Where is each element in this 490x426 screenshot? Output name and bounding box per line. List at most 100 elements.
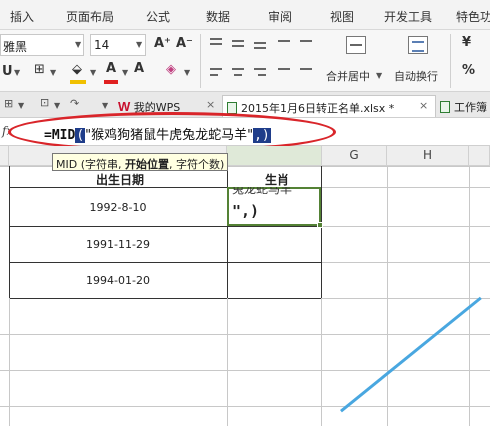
align-top-icon[interactable]: [210, 38, 222, 40]
menu-bar: 插入 页面布局 公式 数据 审阅 视图 开发工具 特色功: [0, 0, 490, 30]
column-header-i[interactable]: [469, 146, 490, 166]
fill-color-icon[interactable]: ⬙: [72, 62, 82, 77]
font-name-value: 雅黑: [3, 40, 28, 54]
column-header-h[interactable]: H: [387, 146, 469, 166]
chevron-down-icon[interactable]: ▼: [102, 101, 108, 110]
tooltip-close: , 字符个数): [169, 158, 225, 171]
wrap-text-button[interactable]: 自动换行: [394, 68, 438, 84]
justify-icon[interactable]: [278, 68, 290, 70]
borders-icon[interactable]: ⊞: [34, 62, 45, 77]
chevron-down-icon[interactable]: ▼: [18, 101, 24, 110]
fill-handle[interactable]: [317, 222, 323, 228]
table-border: [321, 166, 322, 298]
chevron-down-icon[interactable]: ▼: [14, 68, 20, 77]
row-line: [322, 187, 490, 188]
row-line: [0, 370, 490, 371]
row-line: [322, 226, 490, 227]
distributed-icon[interactable]: [300, 68, 312, 70]
table-cell-date[interactable]: 1992-8-10: [78, 201, 158, 214]
ribbon-separator: [200, 34, 201, 88]
tooltip-open: MID (字符串,: [56, 158, 125, 171]
spreadsheet-icon: [227, 102, 237, 114]
align-center-icon-line: [234, 74, 242, 76]
font-color-icon[interactable]: A: [106, 61, 116, 76]
header-zodiac: 生肖: [264, 173, 289, 187]
table-border: [9, 166, 10, 298]
align-middle-icon[interactable]: [232, 40, 244, 42]
function-tooltip: MID (字符串, 开始位置, 字符个数): [52, 153, 229, 171]
align-top-icon-line: [210, 43, 222, 45]
header-birth-date: 出生日期: [95, 173, 144, 187]
column-h-label: H: [422, 148, 433, 162]
tooltip-current-arg: 开始位置: [125, 158, 169, 171]
align-bottom-icon-line: [254, 47, 266, 49]
table-border: [9, 262, 322, 263]
grid-icon[interactable]: ⊞: [4, 97, 13, 110]
align-center-icon[interactable]: [232, 68, 244, 70]
underline-icon[interactable]: U: [2, 64, 13, 79]
align-left-icon-line: [210, 74, 218, 76]
menu-data[interactable]: 数据: [206, 8, 230, 25]
column-header-left[interactable]: [0, 146, 9, 166]
merge-center-icon[interactable]: [346, 36, 366, 54]
ribbon-separator: [450, 34, 451, 88]
row-line: [0, 406, 490, 407]
tab-workbook[interactable]: 工作簿: [440, 95, 490, 117]
outdent-icon[interactable]: [300, 40, 312, 42]
menu-review[interactable]: 审阅: [268, 8, 292, 25]
font-shrink-icon[interactable]: A⁻: [176, 36, 193, 51]
wrap-text-icon[interactable]: [408, 36, 428, 54]
chevron-down-icon[interactable]: ▼: [376, 71, 382, 80]
redo-icon[interactable]: ↷: [70, 97, 79, 110]
ribbon: 雅黑 ▼ 14 ▼ A⁺ A⁻ U ▼ ⊞ ▼ ⬙ ▼ A ▼ A ◈ ▼ 合并…: [0, 30, 490, 92]
align-middle-icon-line: [232, 45, 244, 47]
merge-center-button[interactable]: 合并居中: [326, 68, 370, 84]
indent-icon[interactable]: [278, 40, 290, 42]
percent-icon[interactable]: %: [462, 63, 475, 78]
spreadsheet-icon: [440, 101, 450, 113]
chevron-down-icon[interactable]: ▼: [54, 101, 60, 110]
font-name-select[interactable]: 雅黑: [0, 34, 84, 56]
decorative-line: [340, 296, 482, 413]
table-cell-date[interactable]: 1994-01-20: [78, 274, 158, 287]
menu-insert[interactable]: 插入: [10, 8, 34, 25]
clear-format-icon[interactable]: A: [134, 61, 144, 76]
menu-formulas[interactable]: 公式: [146, 8, 170, 25]
currency-icon[interactable]: ¥: [462, 35, 471, 50]
chevron-down-icon[interactable]: ▼: [75, 40, 81, 49]
chevron-down-icon[interactable]: ▼: [50, 68, 56, 77]
align-right-icon[interactable]: [254, 68, 266, 70]
table-border: [227, 166, 228, 298]
font-size-value: 14: [94, 38, 110, 52]
cell-edit-text: ",): [232, 202, 260, 220]
row-line: [322, 298, 490, 299]
column-line: [321, 298, 322, 426]
menu-page-layout[interactable]: 页面布局: [66, 8, 114, 25]
close-icon[interactable]: ×: [419, 99, 428, 112]
column-line: [469, 166, 470, 426]
font-grow-icon[interactable]: A⁺: [154, 36, 171, 51]
chevron-down-icon[interactable]: ▼: [184, 68, 190, 77]
tab-file-label: 2015年1月6日转正名单.xlsx *: [241, 102, 395, 115]
chevron-down-icon[interactable]: ▼: [136, 40, 142, 49]
chevron-down-icon[interactable]: ▼: [90, 68, 96, 77]
table-cell-date[interactable]: 1991-11-29: [78, 238, 158, 251]
menu-developer[interactable]: 开发工具: [384, 8, 432, 25]
align-right-icon-line: [258, 74, 266, 76]
align-bottom-icon[interactable]: [254, 42, 266, 44]
align-left-icon[interactable]: [210, 68, 222, 70]
row-line: [0, 334, 490, 335]
menu-view[interactable]: 视图: [330, 8, 354, 25]
eraser-icon[interactable]: ◈: [166, 62, 176, 77]
close-icon[interactable]: ×: [206, 98, 215, 111]
column-line: [9, 298, 10, 426]
menu-special[interactable]: 特色功: [456, 8, 490, 25]
column-header-f[interactable]: [227, 146, 322, 166]
row-line: [322, 262, 490, 263]
font-color-swatch: [104, 80, 118, 84]
column-line: [387, 166, 388, 426]
chevron-down-icon[interactable]: ▼: [122, 68, 128, 77]
column-g-label: G: [349, 148, 359, 162]
quick-access-icon[interactable]: ⊡: [40, 96, 49, 109]
column-header-g[interactable]: G: [322, 146, 387, 166]
